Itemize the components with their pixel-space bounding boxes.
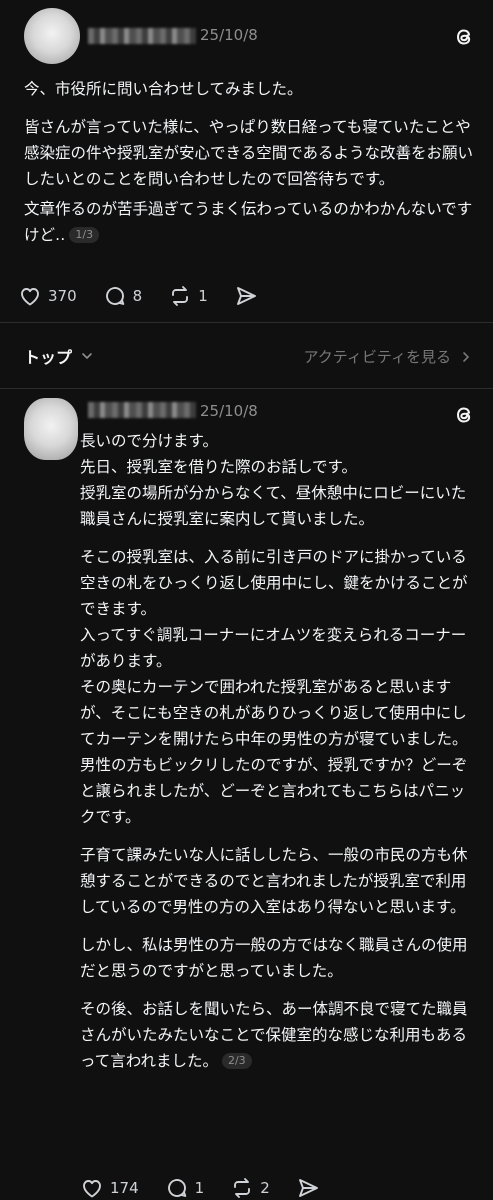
- repost-count: 1: [198, 287, 208, 305]
- repost-button[interactable]: 2: [230, 1176, 270, 1200]
- username-blurred[interactable]: [88, 402, 196, 418]
- view-activity-link[interactable]: アクティビティを見る: [304, 346, 473, 367]
- post-paragraph: 文章作るのが苦手過ぎてうまく伝わっているのかわかんないですけど‥ 1/3: [24, 196, 475, 248]
- action-bar: 370 8 1: [18, 284, 284, 308]
- threads-logo-icon[interactable]: [453, 404, 475, 426]
- share-icon: [236, 287, 256, 305]
- page-badge: 1/3: [69, 227, 100, 243]
- reply-button[interactable]: 8: [103, 284, 143, 308]
- like-button[interactable]: 174: [80, 1176, 139, 1200]
- chevron-down-icon: [82, 353, 92, 360]
- post-1: 25/10/8 今、市役所に問い合わせしてみました。 皆さんが言っていた様に、や…: [0, 0, 493, 322]
- repost-button[interactable]: 1: [168, 284, 208, 308]
- reply-count: 1: [194, 1179, 205, 1197]
- repost-icon: [172, 286, 189, 306]
- post-paragraph: 皆さんが言っていた様に、やっぱり数日経っても寝ていたことや感染症の件や授乳室が安…: [24, 118, 474, 188]
- post-paragraph: 長いので分けます。: [80, 432, 218, 450]
- post-date: 25/10/8: [200, 26, 258, 44]
- post-body: 長いので分けます。 先日、授乳室を借りた際のお話しです。 授乳室の場所が分からな…: [80, 428, 479, 1086]
- like-count: 370: [48, 287, 77, 305]
- like-button[interactable]: 370: [18, 284, 77, 308]
- repost-count: 2: [260, 1179, 270, 1197]
- reply-count: 8: [132, 287, 143, 305]
- share-button[interactable]: [296, 1176, 320, 1200]
- post-paragraph: その奥にカーテンで囲われた授乳室があると思いますが、そこにも空きの札がありひっく…: [80, 678, 468, 748]
- post-paragraph: そこの授乳室は、入る前に引き戸のドアに掛かっている空きの札をひっくり返し使用中に…: [80, 548, 468, 618]
- heart-icon: [21, 288, 39, 306]
- share-button[interactable]: [234, 284, 258, 308]
- repost-icon: [234, 1178, 251, 1198]
- comment-icon: [167, 1179, 186, 1197]
- share-icon: [298, 1179, 318, 1197]
- like-count: 174: [110, 1179, 139, 1197]
- post-paragraph: 授乳室の場所が分からなくて、昼休憩中にロビーにいた職員さんに授乳室に案内して貰い…: [80, 484, 467, 528]
- sort-label: トップ: [24, 348, 73, 367]
- post-body: 今、市役所に問い合わせしてみました。 皆さんが言っていた様に、やっぱり数日経って…: [24, 76, 475, 260]
- post-2: 25/10/8 長いので分けます。 先日、授乳室を借りた際のお話しです。 授乳室…: [0, 388, 493, 1200]
- heart-icon: [83, 1180, 101, 1198]
- post-paragraph: 男性の方もビックリしたのですが、授乳ですか？どーぞと譲られましたが、どーぞと言わ…: [80, 756, 468, 826]
- post-paragraph: しかし、私は男性の方一般の方ではなく職員さんの使用だと思うのですがと思っていまし…: [80, 936, 468, 980]
- post-paragraph: 入ってすぐ調乳コーナーにオムツを変えられるコーナーがあります。: [80, 626, 467, 670]
- avatar[interactable]: [24, 8, 80, 64]
- post-paragraph-text: その後、お話しを聞いたら、あー体調不良で寝てた職員さんがいたみたいなことで保健室…: [80, 1000, 468, 1070]
- username-blurred[interactable]: [88, 28, 196, 44]
- post-paragraph: 今、市役所に問い合わせしてみました。: [24, 80, 303, 98]
- post-paragraph: 先日、授乳室を借りた際のお話しです。: [80, 458, 357, 476]
- post-paragraph: 子育て課みたいな人に話ししたら、一般の市民の方も休憩することができるのでと言われ…: [80, 846, 468, 916]
- sort-dropdown[interactable]: トップ: [24, 344, 94, 368]
- action-bar: 174 1 2: [80, 1176, 346, 1200]
- post-date: 25/10/8: [200, 402, 258, 420]
- reply-button[interactable]: 1: [165, 1176, 205, 1200]
- page-badge: 2/3: [221, 1053, 252, 1069]
- chevron-right-icon: [463, 351, 470, 362]
- sort-bar: トップ アクティビティを見る: [0, 322, 493, 388]
- view-activity-label: アクティビティを見る: [303, 348, 451, 366]
- comment-icon: [105, 287, 124, 305]
- post-paragraph: その後、お話しを聞いたら、あー体調不良で寝てた職員さんがいたみたいなことで保健室…: [80, 996, 479, 1074]
- avatar[interactable]: [24, 398, 78, 460]
- threads-logo-icon[interactable]: [453, 26, 475, 48]
